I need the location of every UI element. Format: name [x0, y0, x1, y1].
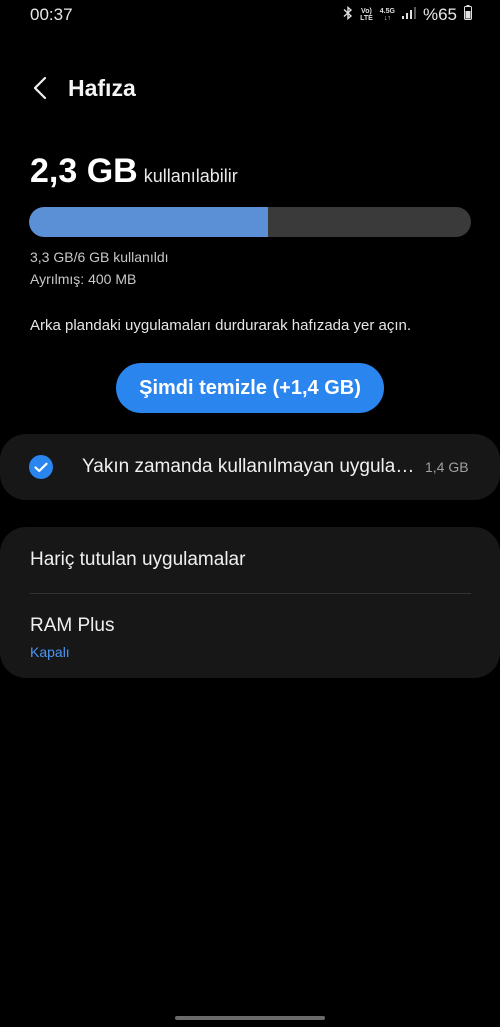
bluetooth-icon	[343, 5, 353, 25]
memory-available-label: kullanılabilir	[143, 166, 238, 186]
battery-percent: %65	[422, 5, 457, 24]
memory-usage-bar-fill	[29, 207, 268, 237]
memory-available: 2,3 GB kullanılabilir	[30, 152, 238, 191]
memory-reserved-text: Ayrılmış: 400 MB	[30, 271, 137, 287]
excluded-apps-item[interactable]: Hariç tutulan uygulamalar	[0, 527, 500, 593]
memory-available-value: 2,3 GB	[30, 152, 138, 190]
app-header: Hafıza	[0, 68, 500, 108]
recent-unused-apps-size: 1,4 GB	[425, 459, 469, 475]
battery-icon	[464, 5, 472, 25]
chevron-left-icon	[33, 76, 47, 100]
ram-plus-title: RAM Plus	[30, 615, 115, 636]
checkbox-checked-icon[interactable]	[29, 455, 53, 479]
settings-card: Hariç tutulan uygulamalar RAM Plus Kapal…	[0, 527, 500, 678]
clean-now-button[interactable]: Şimdi temizle (+1,4 GB)	[116, 363, 384, 413]
signal-icon	[401, 6, 416, 24]
page-title: Hafıza	[68, 74, 136, 101]
back-button[interactable]	[20, 68, 60, 108]
recent-unused-apps-item[interactable]: Yakın zamanda kullanılmayan uygulamalar …	[0, 434, 500, 500]
volte-icon: Vo) LTE	[360, 8, 373, 22]
memory-used-text: 3,3 GB/6 GB kullanıldı	[30, 249, 169, 265]
network-type-icon: 4.5G ↓↑	[379, 8, 395, 22]
status-bar: 00:37 Vo) LTE 4.5G ↓↑ %65	[0, 0, 500, 30]
ram-plus-status: Kapalı	[30, 644, 70, 660]
ram-plus-item[interactable]: RAM Plus Kapalı	[0, 615, 500, 660]
status-icons: Vo) LTE 4.5G ↓↑ %65	[343, 5, 472, 25]
status-time: 00:37	[30, 5, 73, 24]
divider	[30, 593, 471, 594]
memory-usage-bar	[29, 207, 471, 237]
recent-unused-apps-label: Yakın zamanda kullanılmayan uygulamalar	[82, 456, 422, 477]
excluded-apps-label: Hariç tutulan uygulamalar	[30, 549, 246, 570]
description-text: Arka plandaki uygulamaları durdurarak ha…	[30, 317, 412, 334]
home-indicator[interactable]	[175, 1016, 325, 1020]
